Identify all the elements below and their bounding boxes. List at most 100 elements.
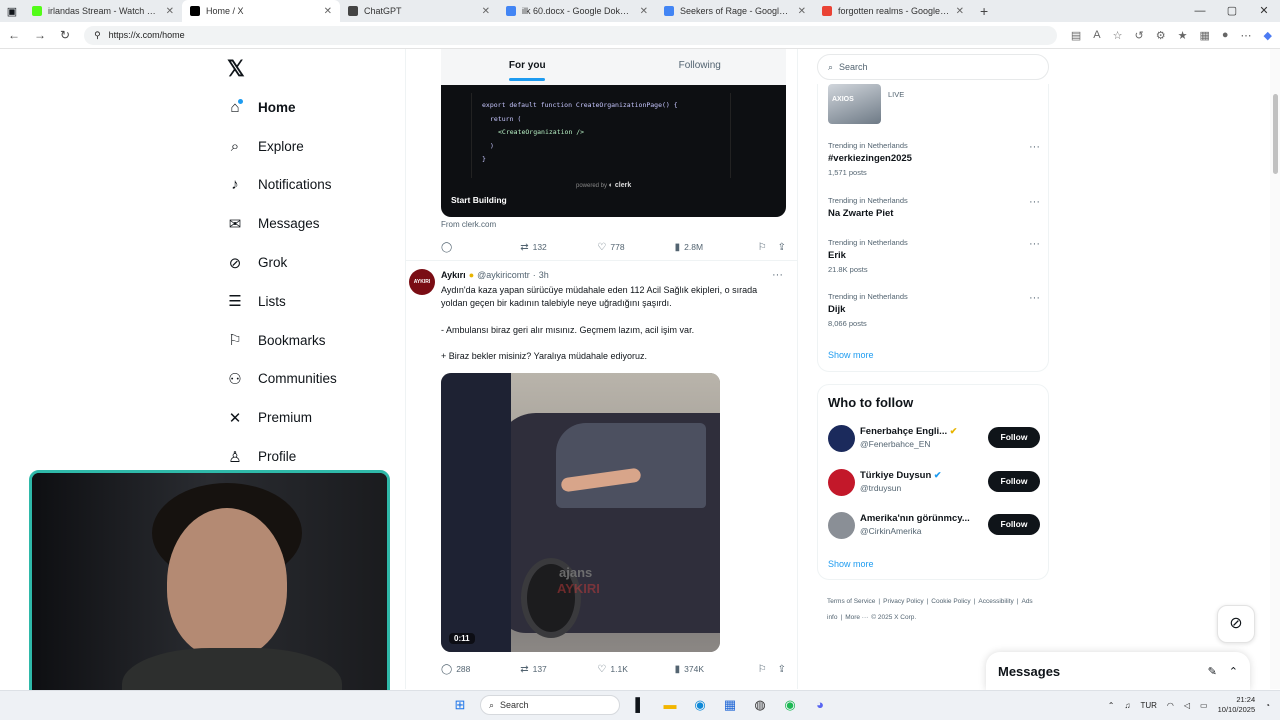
collections-icon[interactable]: ▦ [1199, 29, 1209, 42]
trends-show-more[interactable]: Show more [828, 350, 874, 360]
site-info-icon[interactable]: ⚲ [94, 30, 101, 41]
tab-close-icon[interactable]: ✕ [324, 6, 332, 17]
sidebar-item-lists[interactable]: ☰ Lists [222, 282, 392, 321]
browser-tab[interactable]: ilk 60.docx - Google Dokümanlar ✕ [498, 0, 656, 22]
start-building-button[interactable]: Start Building [451, 195, 507, 205]
avatar[interactable] [828, 469, 855, 496]
minimize-button[interactable]: — [1184, 0, 1216, 22]
clock[interactable]: 21:24 10/10/2025 [1218, 695, 1256, 715]
search-input[interactable]: ⌕ Search [817, 54, 1049, 80]
follow-suggestion[interactable]: Türkiye Duysun ✔ @trduysun Follow [828, 469, 1040, 499]
tray-chevron-icon[interactable]: ⌃ [1108, 701, 1115, 710]
post-time[interactable]: 3h [539, 270, 549, 280]
sidebar-item-premium[interactable]: ✕ Premium [222, 398, 392, 437]
sidebar-item-bookmarks[interactable]: ⚐ Bookmarks [222, 321, 392, 360]
footer-link[interactable]: Cookie Policy [931, 598, 970, 605]
tab-for-you[interactable]: For you [441, 49, 614, 85]
forward-icon[interactable]: → [34, 28, 46, 42]
trend-item[interactable]: Trending in Netherlands #verkiezingen2025… [828, 141, 1040, 177]
tab-actions-icon[interactable]: ▣ [0, 5, 24, 18]
like-button[interactable]: ♡ 778 [597, 242, 674, 253]
page-scrollbar[interactable] [1270, 49, 1280, 689]
translate-icon[interactable]: A [1093, 29, 1100, 42]
spotify-icon[interactable]: ◉ [780, 695, 800, 715]
bookmark-button[interactable]: ⚐ [758, 242, 778, 253]
tab-close-icon[interactable]: ✕ [482, 6, 490, 17]
file-explorer-icon[interactable]: ▬ [660, 695, 680, 715]
follow-button[interactable]: Follow [988, 514, 1040, 535]
extensions-icon[interactable]: ⚙ [1156, 29, 1166, 42]
post-more-icon[interactable]: ··· [772, 269, 783, 281]
sidebar-item-home[interactable]: ⌂ Home [222, 88, 392, 127]
favorite-icon[interactable]: ☆ [1113, 29, 1123, 42]
trend-more-icon[interactable]: ··· [1029, 196, 1040, 208]
trend-more-icon[interactable]: ··· [1029, 238, 1040, 250]
back-icon[interactable]: ← [8, 28, 20, 42]
sidebar-item-messages[interactable]: ✉ Messages [222, 204, 392, 243]
battery-icon[interactable]: ▭ [1200, 701, 1208, 710]
account-name[interactable]: Fenerbahçe Engli... ✔ [860, 426, 982, 437]
repost-button[interactable]: ⇄ 137 [520, 664, 597, 675]
url-field[interactable]: ⚲ https://x.com/home [84, 25, 1057, 45]
footer-link[interactable]: Privacy Policy [883, 598, 923, 605]
sidebar-item-grok[interactable]: ⊘ Grok [222, 243, 392, 282]
scroll-thumb[interactable] [1273, 94, 1278, 174]
follow-button[interactable]: Follow [988, 427, 1040, 448]
wifi-icon[interactable]: ◠ [1167, 701, 1174, 710]
footer-link[interactable]: © 2025 X Corp. [871, 614, 916, 621]
language-indicator[interactable]: TUR [1140, 701, 1156, 710]
video-player[interactable]: ajans AYKIRI 0:11 [441, 373, 720, 652]
tab-close-icon[interactable]: ✕ [798, 6, 806, 17]
ad-source-link[interactable]: From clerk.com [441, 220, 496, 229]
tab-close-icon[interactable]: ✕ [166, 6, 174, 17]
more-icon[interactable]: ⋯ [1241, 29, 1252, 42]
tab-close-icon[interactable]: ✕ [640, 6, 648, 17]
expand-icon[interactable]: ⌃ [1229, 665, 1238, 678]
share-button[interactable]: ⇪ [778, 242, 786, 253]
footer-link[interactable]: Terms of Service [827, 598, 875, 605]
mic-icon[interactable]: ♫ [1124, 701, 1130, 710]
repost-button[interactable]: ⇄ 132 [520, 242, 597, 253]
sidebar-item-notifications[interactable]: ♪ Notifications [222, 166, 392, 205]
profile-avatar-icon[interactable]: ● [1222, 29, 1229, 42]
favorites-bar-icon[interactable]: ★ [1178, 29, 1188, 42]
sidebar-item-communities[interactable]: ⚇ Communities [222, 360, 392, 399]
task-view-icon[interactable]: ▌ [630, 695, 650, 715]
live-thumbnail[interactable]: AXIOS [828, 84, 881, 124]
store-icon[interactable]: ▦ [720, 695, 740, 715]
follow-button[interactable]: Follow [988, 471, 1040, 492]
views-button[interactable]: ▮ 374K [675, 664, 758, 675]
edge-icon[interactable]: ◉ [690, 695, 710, 715]
avatar[interactable]: AYKIRI [409, 269, 435, 295]
tab-close-icon[interactable]: ✕ [956, 6, 964, 17]
trend-item[interactable]: Trending in Netherlands Erik 21.8K posts ··… [828, 238, 1040, 274]
like-button[interactable]: ♡ 1.1K [597, 664, 674, 675]
trend-more-icon[interactable]: ··· [1029, 141, 1040, 153]
follow-suggestion[interactable]: Amerika'nın görünmcy... @CirkinAmerika Fol… [828, 512, 1040, 542]
browser-tab[interactable]: irlandas Stream - Watch Live on K ✕ [24, 0, 182, 22]
avatar[interactable] [828, 425, 855, 452]
promoted-media[interactable]: export default function CreateOrganizati… [441, 85, 786, 217]
copilot-icon[interactable]: ◆ [1264, 29, 1272, 42]
trend-more-icon[interactable]: ··· [1029, 292, 1040, 304]
footer-link[interactable]: Accessibility [978, 598, 1013, 605]
bookmark-button[interactable]: ⚐ [758, 664, 778, 675]
reload-icon[interactable]: ↻ [60, 28, 70, 42]
grok-button[interactable]: ⊘ [1217, 605, 1255, 643]
refresh-page-icon[interactable]: ↺ [1135, 29, 1144, 42]
reply-button[interactable]: ◯ 288 [441, 664, 520, 675]
trend-item[interactable]: Trending in Netherlands Na Zwarte Piet ··· [828, 196, 1040, 219]
close-window-button[interactable]: ✕ [1248, 0, 1280, 22]
reply-button[interactable]: ◯ [441, 242, 520, 253]
browser-tab[interactable]: Home / X ✕ [182, 0, 340, 22]
browser-tab[interactable]: ChatGPT ✕ [340, 0, 498, 22]
author-name[interactable]: Aykırı [441, 270, 466, 280]
account-name[interactable]: Amerika'nın görünmcy... [860, 513, 982, 524]
messages-drawer[interactable]: Messages ✎ ⌃ [986, 652, 1250, 690]
obs-icon[interactable]: ◍ [750, 695, 770, 715]
windows-start-icon[interactable]: ⊞ [450, 695, 470, 715]
trend-item[interactable]: Trending in Netherlands Dijk 8,066 posts ··… [828, 292, 1040, 328]
discord-icon[interactable]: ◕ [810, 695, 830, 715]
follow-show-more[interactable]: Show more [828, 559, 874, 569]
author-handle[interactable]: @aykiricomtr [477, 270, 530, 280]
